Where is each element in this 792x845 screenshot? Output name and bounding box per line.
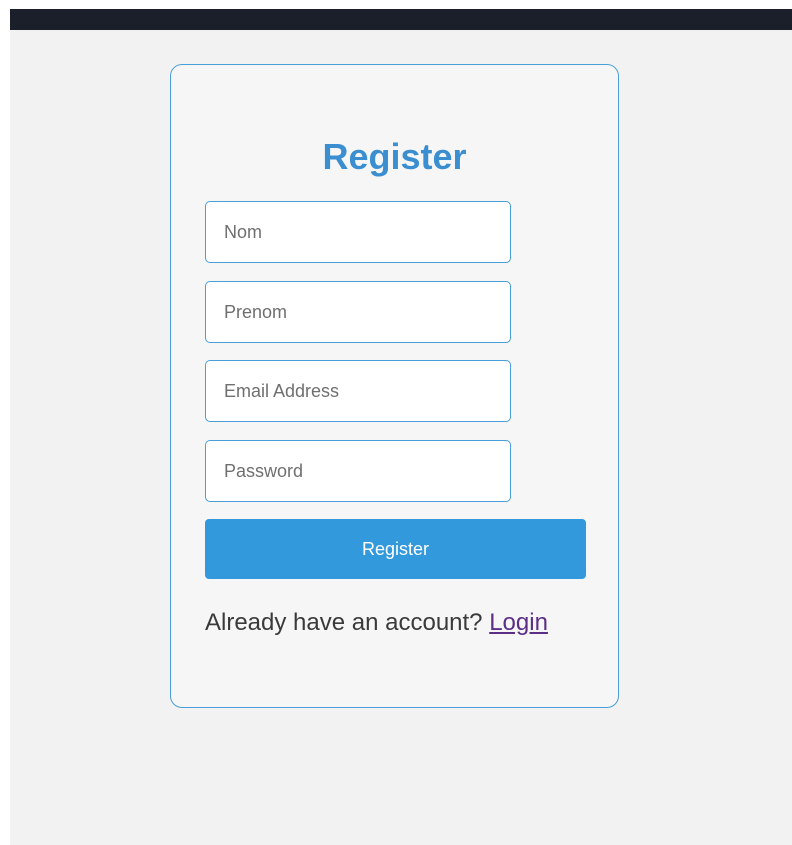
- page-viewport: Register Register Already have an accoun…: [10, 9, 792, 845]
- login-prompt: Already have an account? Login: [205, 609, 595, 637]
- top-navigation-bar: [10, 9, 792, 30]
- nom-input[interactable]: [205, 201, 511, 263]
- login-link[interactable]: Login: [489, 609, 548, 636]
- register-card: Register Register Already have an accoun…: [170, 64, 619, 708]
- page-title: Register: [322, 136, 467, 177]
- register-button[interactable]: Register: [205, 519, 586, 579]
- password-input[interactable]: [205, 440, 511, 502]
- login-prompt-text: Already have an account?: [205, 609, 483, 636]
- email-input[interactable]: [205, 360, 511, 422]
- prenom-input[interactable]: [205, 281, 511, 343]
